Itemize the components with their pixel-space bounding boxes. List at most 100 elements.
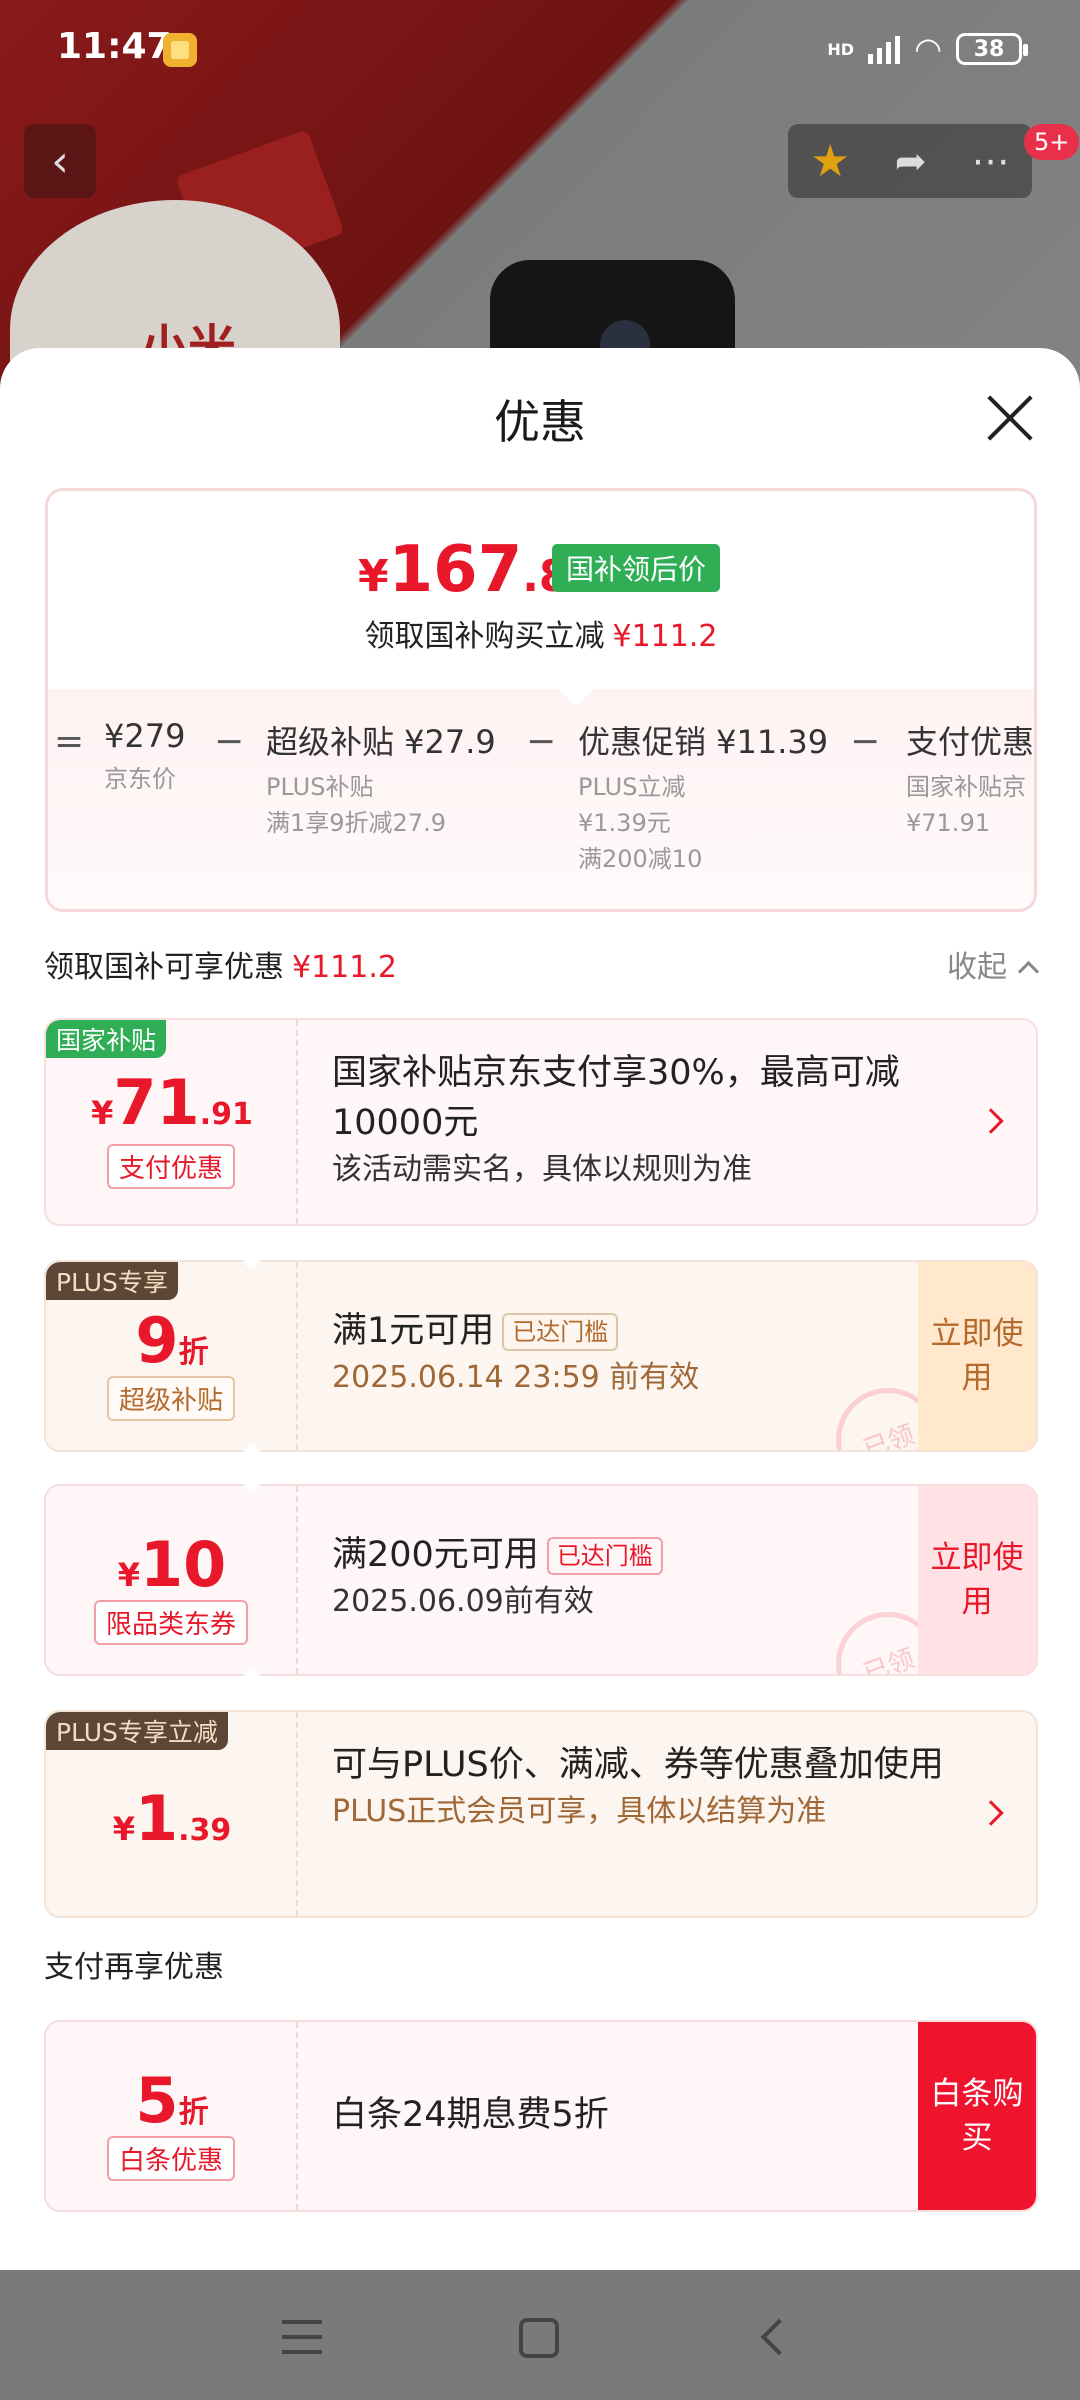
discount-sheet: 优惠 ¥167.8 国补领后价 领取国补购买立减 ¥111.2 = ¥279 京东… (0, 348, 1080, 2270)
status-time: 11:47 (57, 26, 172, 67)
ticket-hole (244, 1444, 260, 1460)
currency-symbol: ¥ (358, 551, 389, 602)
threshold-met-badge: 已达门槛 (546, 1537, 663, 1575)
wifi-icon: ◠ (914, 30, 942, 68)
coupon-card-category: ¥10 限品类东券 满200元可用 已达门槛 2025.06.09前有效 已领 立… (44, 1484, 1038, 1676)
breakdown-sub: 京东价 (104, 765, 176, 793)
price-integer: 167 (388, 533, 523, 607)
breakdown-sub: PLUS立减 (578, 773, 686, 801)
price-summary-card: ¥167.8 国补领后价 领取国补购买立减 ¥111.2 = ¥279 京东价 −… (45, 488, 1037, 912)
back-button[interactable]: ‹ (24, 124, 96, 198)
section-header-gov: 领取国补可享优惠 ¥111.2 (44, 942, 397, 986)
breakdown-main: 超级补贴 ¥27.9 (266, 723, 496, 761)
breakdown-op: − (526, 721, 557, 762)
sheet-title: 优惠 (494, 395, 586, 449)
coupon-currency: ¥ (112, 1810, 135, 1848)
coupon-card-plus-reduce[interactable]: ¥1.39 PLUS专享立减 可与PLUS价、满减、券等优惠叠加使用 PLUS正… (44, 1710, 1038, 1918)
reduce-amount: ¥111.2 (612, 619, 718, 654)
coupon-title-text: 满200元可用 (332, 1535, 539, 1575)
section-header-pay: 支付再享优惠 (44, 1950, 224, 1985)
hd-indicator: HD (827, 39, 855, 59)
coupon-big: 5 (135, 2064, 179, 2137)
coupon-value: 9折 (46, 1304, 298, 1377)
coupon-currency: ¥ (117, 1556, 140, 1594)
breakdown-sub: 满200减10 (578, 845, 703, 873)
coupon-desc: 该活动需实名，具体以规则为准 (332, 1152, 752, 1187)
coupon-validity: 2025.06.09前有效 (332, 1584, 594, 1619)
coupon-title: 白条24期息费5折 (332, 2095, 609, 2135)
chevron-right-icon (978, 1108, 1004, 1134)
breakdown-item-payment: 支付优惠 国家补贴京 ¥71.91 (906, 717, 1034, 841)
top-actions: ★ ➦ ⋯ (788, 124, 1032, 198)
breakdown-main: 支付优惠 (906, 723, 1035, 761)
breakdown-main: 优惠促销 ¥11.39 (578, 723, 829, 761)
coupon-currency: ¥ (91, 1094, 114, 1132)
price-breakdown: = ¥279 京东价 − 超级补贴 ¥27.9 PLUS补贴 满1享9折减27.… (48, 689, 1034, 909)
ticket-hole (244, 1476, 260, 1492)
battery-level: 38 (973, 36, 1005, 62)
coupon-small: .91 (199, 1097, 253, 1132)
breakdown-sub: 满1享9折减27.9 (266, 809, 446, 837)
system-back-icon[interactable] (760, 2318, 798, 2356)
chevron-left-icon: ‹ (51, 135, 69, 187)
section-amount: ¥111.2 (292, 950, 397, 985)
coupon-big: 1 (134, 1782, 179, 1855)
coupon-type-chip: 白条优惠 (106, 2136, 236, 2181)
ticket-hole (244, 1252, 260, 1268)
message-badge: 5+ (1024, 124, 1080, 160)
baitiao-buy-button[interactable]: 白条购买 (918, 2022, 1036, 2210)
coupon-big: 71 (113, 1066, 200, 1139)
more-icon[interactable]: ⋯ (972, 139, 1010, 183)
coupon-corner-tag: PLUS专享立减 (46, 1712, 228, 1750)
coupon-value: ¥71.91 (46, 1066, 298, 1139)
coupon-title: 可与PLUS价、满减、券等优惠叠加使用 (332, 1745, 944, 1785)
coupon-big: 10 (139, 1528, 227, 1601)
breakdown-op: − (850, 721, 881, 762)
coupon-body: 满1元可用 已达门槛 2025.06.14 23:59 前有效 (332, 1306, 916, 1400)
breakdown-sub: ¥71.91 (906, 809, 990, 837)
ticket-hole (244, 1668, 260, 1684)
coupon-desc: PLUS正式会员可享，具体以结算为准 (332, 1794, 827, 1829)
coupon-value-area: 5折 白条优惠 (46, 2022, 298, 2210)
coupon-body: 白条24期息费5折 (332, 2090, 916, 2140)
close-icon[interactable] (984, 392, 1036, 444)
use-now-button[interactable]: 立即使用 (918, 1486, 1036, 1674)
chevron-right-icon (978, 1800, 1004, 1826)
notification-app-icon (163, 33, 197, 67)
gov-subsidy-price-tag: 国补领后价 (552, 544, 721, 592)
cell-signal-icon (868, 34, 901, 64)
coupon-card-baitiao: 5折 白条优惠 白条24期息费5折 白条购买 (44, 2020, 1038, 2212)
reduce-line: 领取国补购买立减 ¥111.2 (48, 611, 1034, 655)
coupon-body: 可与PLUS价、满减、券等优惠叠加使用 PLUS正式会员可享，具体以结算为准 (332, 1740, 956, 1834)
breakdown-sub: ¥1.39元 (578, 809, 671, 837)
home-icon[interactable] (519, 2318, 559, 2358)
breakdown-op: − (214, 721, 245, 762)
favorite-star-icon[interactable]: ★ (810, 136, 849, 187)
coupon-small: 折 (178, 2095, 209, 2130)
coupon-card-gov-payment[interactable]: ¥71.91 支付优惠 国家补贴 国家补贴京东支付享30%，最高可减10000元… (44, 1018, 1038, 1226)
coupon-corner-tag: 国家补贴 (46, 1020, 167, 1058)
coupon-title: 国家补贴京东支付享30%，最高可减10000元 (332, 1053, 900, 1143)
collapse-toggle[interactable]: 收起 (947, 942, 1036, 986)
share-icon[interactable]: ➦ (895, 139, 927, 183)
coupon-title: 满200元可用 已达门槛 (332, 1530, 916, 1580)
battery-icon: 38 (956, 33, 1028, 65)
breakdown-main: ¥279 (104, 717, 186, 755)
system-navigation-bar (0, 2270, 1080, 2400)
use-now-button[interactable]: 立即使用 (918, 1262, 1036, 1450)
reduce-text: 领取国补购买立减 (364, 619, 605, 654)
coupon-body: 满200元可用 已达门槛 2025.06.09前有效 (332, 1530, 916, 1624)
recent-apps-icon[interactable] (282, 2320, 322, 2354)
threshold-met-badge: 已达门槛 (502, 1313, 619, 1351)
coupon-type-chip: 超级补贴 (106, 1376, 236, 1421)
coupon-title: 满1元可用 已达门槛 (332, 1306, 916, 1356)
status-bar: 11:47 HD ◠ 38 (0, 0, 1080, 100)
coupon-value: 5折 (46, 2064, 298, 2137)
coupon-validity: 2025.06.14 23:59 前有效 (332, 1360, 700, 1395)
coupon-big: 9 (135, 1304, 179, 1377)
coupon-body: 国家补贴京东支付享30%，最高可减10000元 该活动需实名，具体以规则为准 (332, 1048, 956, 1192)
breakdown-sub: 国家补贴京 (906, 773, 1026, 801)
final-price: ¥167.8 (358, 533, 570, 607)
coupon-corner-tag: PLUS专享 (46, 1262, 178, 1300)
coupon-value: ¥1.39 (46, 1782, 298, 1855)
